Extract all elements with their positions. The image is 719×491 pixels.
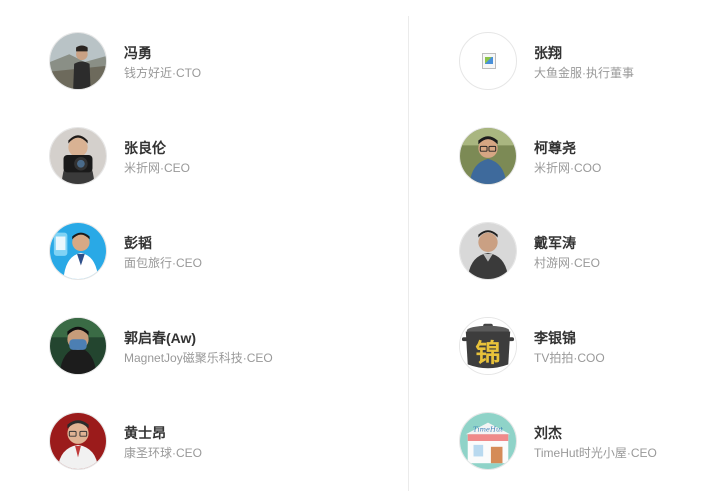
person-title: 村游网·CEO: [534, 256, 601, 270]
person-title: 米折网·CEO: [124, 161, 191, 175]
broken-image-icon: [482, 53, 496, 69]
svg-text:TimeHut: TimeHut: [473, 425, 503, 433]
avatar[interactable]: 锦: [459, 317, 517, 375]
person-card[interactable]: 戴军涛 村游网·CEO: [459, 222, 719, 282]
person-title: MagnetJoy磁聚乐科技·CEO: [124, 351, 273, 365]
person-card[interactable]: 锦 李银锦 TV拍拍·COO: [459, 317, 719, 377]
avatar[interactable]: [49, 127, 107, 185]
avatar[interactable]: [49, 32, 107, 90]
person-name[interactable]: 彭韬: [124, 235, 152, 251]
person-name[interactable]: 柯尊尧: [534, 140, 576, 156]
avatar[interactable]: [459, 222, 517, 280]
person-name[interactable]: 戴军涛: [534, 235, 576, 251]
person-card[interactable]: TimeHut 刘杰 TimeHut时光小屋·CEO: [459, 412, 719, 472]
avatar[interactable]: [459, 127, 517, 185]
timehut-logo: TimeHut: [460, 413, 516, 469]
person-card[interactable]: 张良伦 米折网·CEO: [49, 127, 349, 187]
person-title: 钱方好近·CTO: [124, 66, 202, 80]
person-title: 康圣环球·CEO: [124, 446, 203, 460]
avatar[interactable]: [459, 32, 517, 90]
avatar[interactable]: [49, 412, 107, 470]
person-card[interactable]: 郭启春(Aw) MagnetJoy磁聚乐科技·CEO: [49, 317, 349, 377]
person-card[interactable]: 柯尊尧 米折网·COO: [459, 127, 719, 187]
person-title: 米折网·COO: [534, 161, 602, 175]
person-name[interactable]: 张良伦: [124, 140, 166, 156]
avatar[interactable]: [49, 317, 107, 375]
person-card[interactable]: 黄士昂 康圣环球·CEO: [49, 412, 349, 472]
person-title: TV拍拍·COO: [534, 351, 605, 365]
person-title: TimeHut时光小屋·CEO: [534, 446, 657, 460]
avatar[interactable]: TimeHut: [459, 412, 517, 470]
person-card[interactable]: 张翔 大鱼金服·执行董事: [459, 32, 719, 92]
column-divider: [408, 16, 409, 491]
person-name[interactable]: 刘杰: [534, 425, 562, 441]
person-card[interactable]: 冯勇 钱方好近·CTO: [49, 32, 349, 92]
avatar[interactable]: [49, 222, 107, 280]
person-card[interactable]: 彭韬 面包旅行·CEO: [49, 222, 349, 282]
person-title: 面包旅行·CEO: [124, 256, 203, 270]
person-title: 大鱼金服·执行董事: [534, 66, 634, 80]
pot-logo: 锦: [460, 318, 516, 374]
person-name[interactable]: 冯勇: [124, 45, 152, 61]
person-name[interactable]: 张翔: [534, 45, 562, 61]
svg-text:锦: 锦: [475, 338, 500, 367]
person-name[interactable]: 郭启春(Aw): [124, 330, 196, 346]
person-name[interactable]: 李银锦: [534, 330, 576, 346]
person-name[interactable]: 黄士昂: [124, 425, 166, 441]
